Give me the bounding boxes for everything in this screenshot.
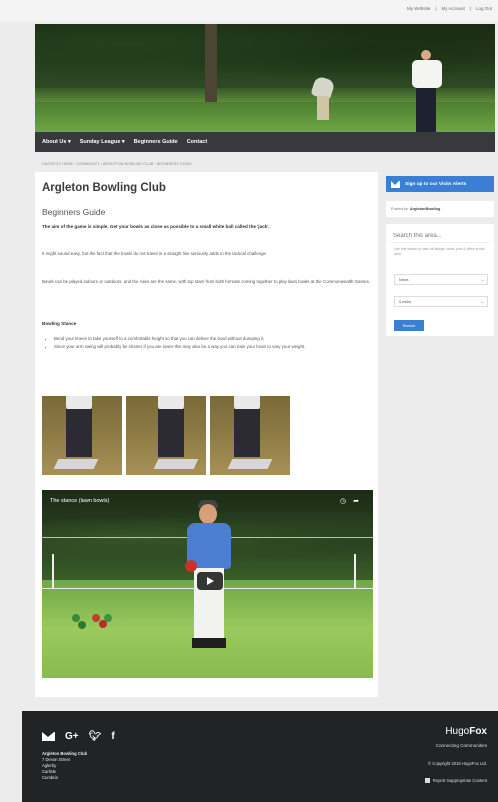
brand-tagline: Connecting Communities	[435, 743, 487, 748]
separator: |	[469, 6, 471, 11]
page-subtitle: Beginners Guide	[42, 207, 106, 217]
my-website-link[interactable]: My Website	[407, 6, 430, 11]
top-bar: My Website | My Account | Log Out	[0, 0, 498, 22]
brand-part: Fox	[469, 726, 487, 737]
signup-label: Sign up to our Visits Alerts	[405, 181, 467, 187]
site-footer	[22, 711, 498, 802]
bowl-ball	[185, 560, 197, 572]
mail-icon[interactable]	[42, 732, 55, 741]
envelope-icon	[391, 180, 400, 188]
section-heading: Bowling Stance	[42, 321, 77, 326]
share-icon[interactable]: ➦	[353, 497, 359, 505]
boundary-post	[52, 554, 54, 588]
list-item: Since your arm swing will probably be sh…	[54, 344, 382, 350]
search-help-text: Use this search to view all listings, ne…	[394, 247, 485, 256]
chevron-down-icon: ⌄	[480, 278, 484, 282]
play-button[interactable]	[197, 572, 223, 590]
brand-part: Hugo	[445, 726, 470, 737]
list-item: Bend your knees to take yourself to a co…	[54, 336, 382, 342]
flag-icon	[424, 778, 430, 783]
main-nav: About Us ▾ Sunday League ▾ Beginners Gui…	[35, 132, 495, 152]
posted-by-label: Posted by	[391, 207, 408, 211]
hero-banner-image	[35, 24, 495, 132]
green-bowl	[104, 614, 112, 622]
video-controls: ◷ ➦	[340, 497, 359, 505]
facebook-icon[interactable]: f	[111, 731, 114, 742]
tree-trunk	[205, 24, 217, 102]
my-account-link[interactable]: My Account	[442, 6, 465, 11]
nav-item-contact[interactable]: Contact	[187, 139, 207, 145]
nav-item-beginners-guide[interactable]: Beginners Guide	[134, 139, 178, 145]
twitter-icon[interactable]: 🐦︎	[89, 731, 102, 742]
stance-photo[interactable]	[126, 396, 206, 475]
stance-photo[interactable]	[42, 396, 122, 475]
distance-select[interactable]: 5 miles ⌄	[394, 296, 488, 307]
report-content-link[interactable]: Report Inappropriate Content	[424, 778, 487, 783]
video-title[interactable]: The stance (lawn bowls)	[50, 498, 109, 504]
breadcrumb[interactable]: HUGOFOX HOME › COMMUNITY › ARGLETON BOWL…	[42, 162, 192, 166]
distance-select-value: 5 miles	[399, 299, 412, 304]
posted-by-name[interactable]: ArgletonBowling	[410, 207, 440, 211]
green-bowl	[78, 621, 86, 629]
social-links: G+ 🐦︎ f	[42, 731, 115, 742]
account-links: My Website | My Account | Log Out	[407, 6, 492, 11]
search-input[interactable]	[390, 230, 490, 243]
paragraph: It might sound easy, but the fact that t…	[42, 251, 268, 256]
stance-list: Bend your knees to take yourself to a co…	[42, 336, 382, 352]
chevron-down-icon: ⌄	[480, 300, 484, 304]
address-line: Cumbria	[42, 775, 58, 780]
copyright-text: © Copyright 2016 HugoFox Ltd.	[428, 761, 487, 766]
log-out-link[interactable]: Log Out	[476, 6, 492, 11]
search-button[interactable]: Search	[394, 320, 424, 331]
intro-text: The aim of the game is simple. Get your …	[42, 224, 270, 229]
clock-icon[interactable]: ◷	[340, 497, 346, 505]
stance-photo[interactable]	[210, 396, 290, 475]
club-address: Argleton Bowling Club 7 Devon Street Agl…	[42, 751, 87, 781]
report-label: Report Inappropriate Content	[432, 778, 487, 783]
standing-bowler-figure	[410, 50, 444, 132]
video-player[interactable]: The stance (lawn bowls) ◷ ➦	[42, 490, 373, 678]
category-select-value: News	[399, 277, 409, 282]
hugofox-logo[interactable]: HugoFox	[445, 726, 487, 737]
bowler-figure	[310, 74, 336, 120]
page-title: Argleton Bowling Club	[42, 182, 166, 194]
posted-by: Posted by ArgletonBowling	[386, 201, 494, 217]
separator: |	[435, 6, 437, 11]
signup-alerts-button[interactable]: Sign up to our Visits Alerts	[386, 176, 494, 192]
nav-item-sunday-league[interactable]: Sunday League ▾	[80, 139, 125, 145]
google-plus-icon[interactable]: G+	[65, 731, 79, 742]
boundary-post	[354, 554, 356, 588]
paragraph: Bowls can be played indoors or outdoors,…	[42, 279, 370, 284]
nav-item-about-us[interactable]: About Us ▾	[42, 139, 71, 145]
category-select[interactable]: News ⌄	[394, 274, 488, 285]
